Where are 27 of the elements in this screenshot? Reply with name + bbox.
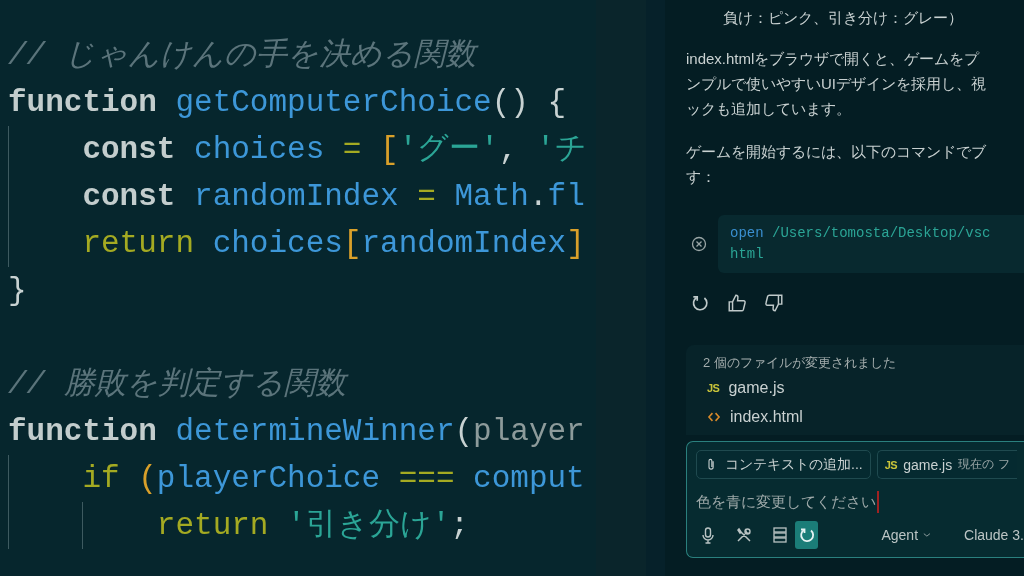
thumbs-up-icon[interactable]: [727, 293, 747, 313]
close-icon[interactable]: [690, 235, 708, 253]
message-text: ゲームを開始するには、以下のコマンドでブ: [686, 142, 986, 162]
tools-icon: [735, 526, 754, 544]
mode-dropdown[interactable]: Agent: [881, 527, 934, 543]
message-text: index.htmlをブラウザで開くと、ゲームをプ: [686, 49, 980, 69]
code-line: function determineWinner(player: [8, 413, 585, 451]
refresh-button[interactable]: [795, 521, 819, 549]
model-dropdown[interactable]: Claude 3.: [964, 527, 1024, 543]
changed-files-title: 2 個のファイルが変更されました: [703, 354, 896, 372]
file-link[interactable]: index.html: [730, 407, 803, 426]
code-line: function getComputerChoice() {: [8, 84, 567, 122]
refresh-icon: [797, 526, 816, 544]
message-text: ックも追加しています。: [686, 99, 851, 119]
command-block: open /Users/tomosta/Desktop/vsc html: [718, 215, 1024, 273]
message-text: 負け：ピンク、引き分け：グレー）: [722, 8, 963, 28]
file-chip[interactable]: JS game.js 現在の フ: [876, 450, 1017, 479]
thumbs-down-icon[interactable]: [764, 293, 784, 313]
retry-icon[interactable]: [690, 293, 710, 313]
file-link[interactable]: game.js: [728, 378, 785, 397]
server-icon: [771, 526, 790, 544]
file-type-label: JS: [707, 381, 720, 394]
message-field[interactable]: 色を青に変更してください: [696, 491, 879, 513]
message-text: す：: [686, 167, 716, 187]
add-context-button[interactable]: コンテキストの追加...: [696, 450, 871, 479]
message-text: ンプルで使いやすいUIデザインを採用し、視: [686, 74, 986, 94]
code-line: }: [8, 272, 27, 310]
